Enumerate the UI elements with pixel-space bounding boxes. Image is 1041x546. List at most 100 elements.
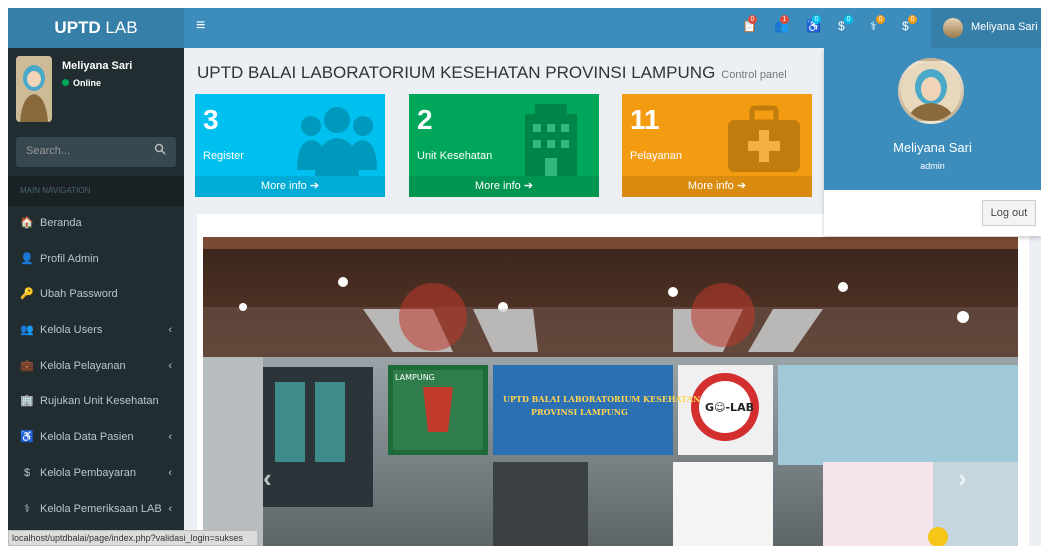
user-avatar-small: [943, 18, 963, 38]
user-avatar-large: [898, 58, 964, 124]
online-dot-icon: [62, 79, 69, 86]
register-count: 3: [203, 104, 219, 135]
more-info-text: More info: [687, 180, 734, 192]
carousel-next-icon[interactable]: ›: [958, 463, 967, 494]
dollar-icon: $: [23, 466, 31, 479]
pelayanan-more-info-link[interactable]: More info ➔: [622, 176, 812, 197]
pelayanan-label: Pelayanan: [630, 150, 682, 162]
stethoscope-icon[interactable]: ⚕ 0: [870, 15, 885, 34]
sidebar-user-name: Meliyana Sari: [62, 60, 133, 72]
notification-badge: 0: [748, 15, 757, 24]
notification-badge: 0: [812, 15, 821, 24]
carousel-prev-icon[interactable]: ‹: [263, 463, 272, 494]
chevron-left-icon: ‹: [168, 466, 172, 479]
notification-badge: 0: [908, 15, 917, 24]
register-more-info-link[interactable]: More info ➔: [195, 176, 385, 197]
sidebar-item-profil-admin[interactable]: 👤 Profil Admin: [8, 242, 184, 278]
arrow-circle-right-icon: ➔: [736, 180, 747, 192]
sidebar-item-kelola-data-pasien[interactable]: ♿ Kelola Data Pasien ‹: [8, 420, 184, 456]
search-icon[interactable]: [154, 143, 166, 155]
sidebar-item-label: Kelola Data Pasien: [40, 431, 134, 444]
status-text: Online: [73, 78, 102, 88]
notification-badge: 0: [844, 15, 853, 24]
user-menu-button[interactable]: Meliyana Sari: [931, 8, 1041, 48]
dropdown-user-role: admin: [920, 161, 945, 171]
sidebar-item-kelola-pemeriksaan-lab[interactable]: ⚕ Kelola Pemeriksaan LAB ‹: [8, 492, 184, 528]
search-placeholder: Search...: [26, 145, 71, 157]
more-info-text: More info: [474, 180, 521, 192]
sidebar-item-label: Kelola Pemeriksaan LAB: [40, 502, 162, 515]
user-dropdown: Meliyana Sari admin Log out: [824, 48, 1041, 236]
sidebar-item-rujukan-unit-kesehatan[interactable]: 🏢 Rujukan Unit Kesehatan: [8, 384, 184, 420]
notification-badge: 1: [780, 15, 789, 24]
building-icon: 🏢: [20, 395, 34, 408]
user-panel: Meliyana Sari Online: [8, 48, 184, 130]
info-box-pelayanan: 11 Pelayanan More info ➔: [622, 94, 812, 197]
sidebar-item-kelola-pembayaran[interactable]: $ Kelola Pembayaran ‹: [8, 456, 184, 492]
chevron-left-icon: ‹: [168, 431, 172, 444]
pelayanan-count: 11: [630, 104, 660, 135]
sidebar-item-beranda[interactable]: 🏠 Beranda: [8, 206, 184, 242]
arrow-circle-right-icon: ➔: [523, 180, 534, 192]
unit-kesehatan-more-info-link[interactable]: More info ➔: [409, 176, 599, 197]
briefcase-medical-icon: 💼: [20, 359, 34, 372]
sidebar-item-kelola-users[interactable]: 👥 Kelola Users ‹: [8, 313, 184, 349]
logo[interactable]: UPTD LAB: [8, 8, 184, 48]
page-title-text: UPTD BALAI LABORATORIUM KESEHATAN PROVIN…: [197, 63, 716, 82]
sidebar-item-label: Kelola Pelayanan: [40, 359, 126, 372]
sidebar-item-label: Ubah Password: [40, 288, 118, 301]
header-user-name: Meliyana Sari: [971, 21, 1038, 33]
sidebar-item-label: Kelola Pembayaran: [40, 466, 137, 479]
key-icon: 🔑: [20, 288, 34, 301]
app-window: UPTD LAB Meliyana Sari Online Search... …: [8, 8, 1041, 546]
user-icon: 👤: [20, 252, 34, 265]
sidebar-item-ubah-password[interactable]: 🔑 Ubah Password: [8, 277, 184, 313]
carousel-image: LAMPUNG UPTD BALAI LABORATORIUM KESEHATA…: [203, 237, 1018, 546]
dollar-icon[interactable]: $0: [838, 15, 853, 34]
more-info-text: More info: [260, 180, 307, 192]
home-icon: 🏠: [20, 217, 34, 229]
wheelchair-icon[interactable]: ♿ 0: [806, 15, 821, 34]
info-box-unit-kesehatan: 2 Unit Kesehatan More info ➔: [409, 94, 599, 197]
wheelchair-icon: ♿: [20, 431, 34, 444]
sidebar-item-label: Profil Admin: [40, 252, 99, 265]
medkit-icon: [728, 105, 800, 172]
sidebar-menu: 🏠 Beranda 👤 Profil Admin 🔑 Ubah Password 👥 Kelo…: [8, 206, 184, 527]
page-title: UPTD BALAI LABORATORIUM KESEHATAN PROVIN…: [197, 63, 787, 83]
sidebar-item-label: Kelola Users: [40, 324, 103, 337]
sidebar-item-kelola-pelayanan[interactable]: 💼 Kelola Pelayanan ‹: [8, 349, 184, 385]
avatar: [16, 56, 52, 122]
sign-right-text: G☺-LAB: [705, 401, 754, 414]
chevron-left-icon: ‹: [168, 324, 172, 337]
search-input[interactable]: Search...: [16, 137, 176, 167]
register-label: Register: [203, 150, 244, 162]
chevron-left-icon: ‹: [168, 359, 172, 372]
top-navbar: ≡ 📋 0 👥 1 ♿ 0 $0 ⚕ 0 $0 Meliyana Sari: [184, 8, 1041, 48]
unit-kesehatan-count: 2: [417, 104, 433, 135]
nav-header: MAIN NAVIGATION: [8, 176, 184, 206]
dollar-icon[interactable]: $0: [902, 15, 917, 34]
sign-left-text: LAMPUNG: [395, 373, 435, 382]
logo-bold: UPTD: [54, 18, 101, 37]
browser-status-bar: localhost/uptdbalai/page/index.php?valid…: [8, 530, 258, 546]
users-icon: 👥: [20, 324, 34, 337]
clipboard-icon[interactable]: 📋 0: [742, 15, 757, 34]
users-icon: [297, 107, 377, 176]
sidebar: UPTD LAB Meliyana Sari Online Search... …: [8, 8, 184, 546]
notification-badge: 0: [876, 15, 885, 24]
unit-kesehatan-label: Unit Kesehatan: [417, 150, 493, 162]
sidebar-item-label: Rujukan Unit Kesehatan: [40, 395, 159, 408]
users-icon[interactable]: 👥 1: [774, 15, 789, 34]
chevron-left-icon: ‹: [168, 502, 172, 515]
sidebar-toggle-icon[interactable]: ≡: [196, 17, 205, 35]
online-status: Online: [62, 78, 101, 88]
sign-center-line2: PROVINSI LAMPUNG: [531, 407, 628, 417]
sidebar-item-label: Beranda: [40, 217, 82, 229]
dropdown-user-name: Meliyana Sari: [893, 140, 972, 155]
logout-button[interactable]: Log out: [982, 200, 1036, 226]
stethoscope-icon: ⚕: [24, 502, 30, 515]
info-box-register: 3 Register More info ➔: [195, 94, 385, 197]
arrow-circle-right-icon: ➔: [309, 180, 320, 192]
sign-center-line1: UPTD BALAI LABORATORIUM KESEHATAN: [503, 394, 700, 404]
page-subtitle: Control panel: [721, 69, 787, 81]
